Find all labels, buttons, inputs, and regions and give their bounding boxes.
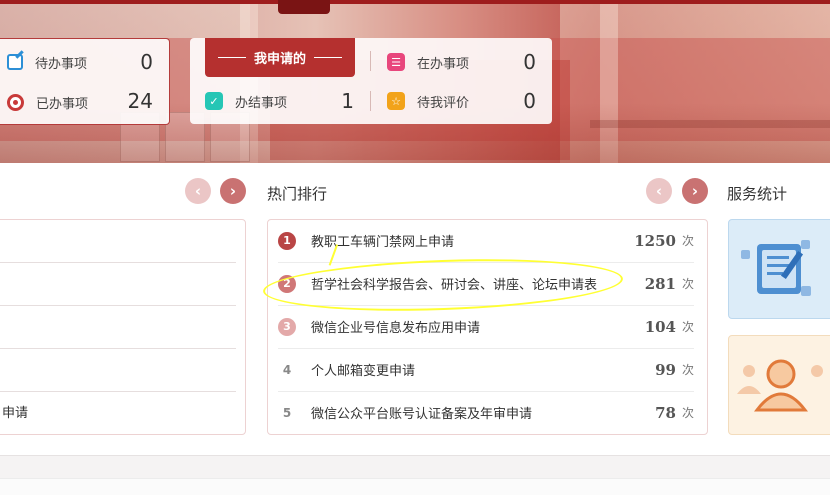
to-review-label: 待我评价 xyxy=(417,95,470,111)
pending-count: 0 xyxy=(140,50,153,74)
document-edit-icon xyxy=(741,240,811,296)
divider xyxy=(0,391,236,392)
to-review-items[interactable]: ☆ 待我评价 xyxy=(387,89,469,113)
ranking-item-unit: 次 xyxy=(682,234,695,248)
completed-items[interactable]: ✓ 办结事项 xyxy=(205,89,287,113)
completed-count: 1 xyxy=(341,89,354,113)
list-icon: ☰ xyxy=(387,53,405,71)
ranking-next-button[interactable]: › xyxy=(682,178,708,204)
ranking-item[interactable]: 5 微信公众平台账号认证备案及年审申请 78 次 xyxy=(278,391,696,434)
ranking-item[interactable]: 3 微信企业号信息发布应用申请 104 次 xyxy=(278,305,696,348)
ranking-item-title: 个人邮箱变更申请 xyxy=(311,364,416,379)
pending-items[interactable]: 待办事项 xyxy=(7,50,87,74)
divider xyxy=(0,262,236,263)
rank-badge: 4 xyxy=(282,362,292,377)
ranking-item[interactable]: 4 个人邮箱变更申请 99 次 xyxy=(278,348,696,391)
banner-sign xyxy=(278,0,330,14)
users-icon xyxy=(737,359,823,412)
ranking-item-title: 微信公众平台账号认证备案及年审申请 xyxy=(311,407,533,422)
rank-badge: 3 xyxy=(278,317,296,336)
ranking-item-unit: 次 xyxy=(682,406,695,420)
in-progress-label: 在办事项 xyxy=(417,56,470,72)
ranking-item-count: 281 xyxy=(644,274,676,293)
service-stat-card-documents[interactable] xyxy=(728,219,830,319)
ranking-item-title: 微信企业号信息发布应用申请 xyxy=(311,321,481,336)
service-stats-title: 服务统计 xyxy=(727,185,788,203)
ranking-item-count: 99 xyxy=(655,360,676,379)
ranking-item-count: 104 xyxy=(644,317,676,336)
handled-items[interactable]: 已办事项 xyxy=(7,90,88,114)
left-panel-prev-button[interactable]: ‹ xyxy=(185,178,211,204)
ranking-item-title: 教职工车辆门禁网上申请 xyxy=(311,235,455,250)
handled-label: 已办事项 xyxy=(36,96,89,112)
ranking-item-unit: 次 xyxy=(682,363,695,377)
in-progress-items[interactable]: ☰ 在办事项 xyxy=(387,50,469,74)
tab-my-applications-label: 我申请的 xyxy=(253,52,306,67)
footer-strip xyxy=(0,455,830,495)
service-stat-card-users[interactable] xyxy=(728,335,830,435)
hot-ranking-title: 热门排行 xyxy=(267,185,328,203)
ranking-item-count: 78 xyxy=(655,403,676,422)
target-icon xyxy=(7,93,24,111)
ranking-item-unit: 次 xyxy=(682,320,695,334)
ranking-item-count: 1250 xyxy=(634,231,676,250)
ranking-prev-button[interactable]: ‹ xyxy=(646,178,672,204)
edit-icon xyxy=(7,54,23,70)
divider xyxy=(0,305,236,306)
left-panel-next-button[interactable]: › xyxy=(220,178,246,204)
divider xyxy=(370,91,371,111)
tab-my-applications[interactable]: 我申请的 xyxy=(205,38,355,77)
handled-count: 24 xyxy=(127,89,153,113)
left-list-item-text[interactable]: 申请 xyxy=(2,402,28,421)
ranking-item-unit: 次 xyxy=(682,277,695,291)
check-circle-icon: ✓ xyxy=(205,92,223,110)
divider xyxy=(370,51,371,71)
rank-badge: 1 xyxy=(278,231,296,250)
in-progress-count: 0 xyxy=(523,50,536,74)
to-review-count: 0 xyxy=(523,89,536,113)
star-icon: ☆ xyxy=(387,92,405,110)
left-list-panel xyxy=(0,219,246,435)
rank-badge: 5 xyxy=(282,405,292,420)
pending-label: 待办事项 xyxy=(35,56,88,72)
divider xyxy=(0,348,236,349)
completed-label: 办结事项 xyxy=(235,95,288,111)
